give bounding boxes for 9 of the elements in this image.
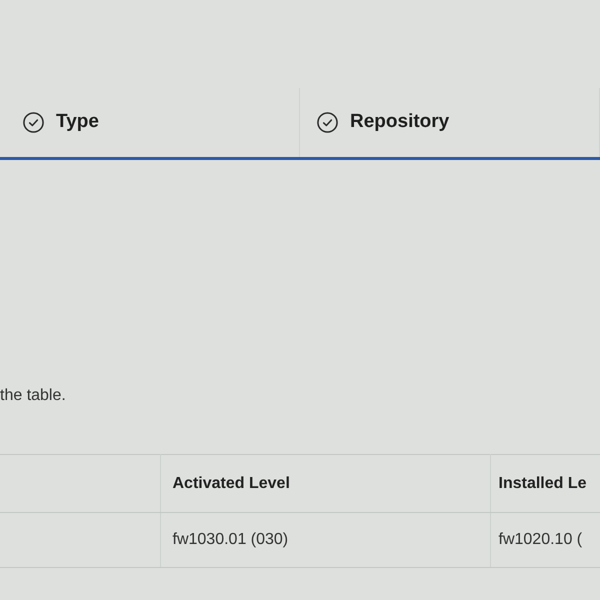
column-header: Installed Le xyxy=(490,454,600,512)
table-cell: fw1030.01 (030) xyxy=(160,512,490,568)
check-circle-icon xyxy=(23,112,44,133)
check-circle-icon xyxy=(317,112,338,133)
column-heading[interactable]: Type xyxy=(56,108,99,137)
instruction-text: the table. xyxy=(0,386,67,406)
column-heading[interactable]: Repository xyxy=(350,108,450,137)
table-cell: fw1020.10 ( xyxy=(490,512,600,568)
column-header: Activated Level xyxy=(160,454,490,512)
